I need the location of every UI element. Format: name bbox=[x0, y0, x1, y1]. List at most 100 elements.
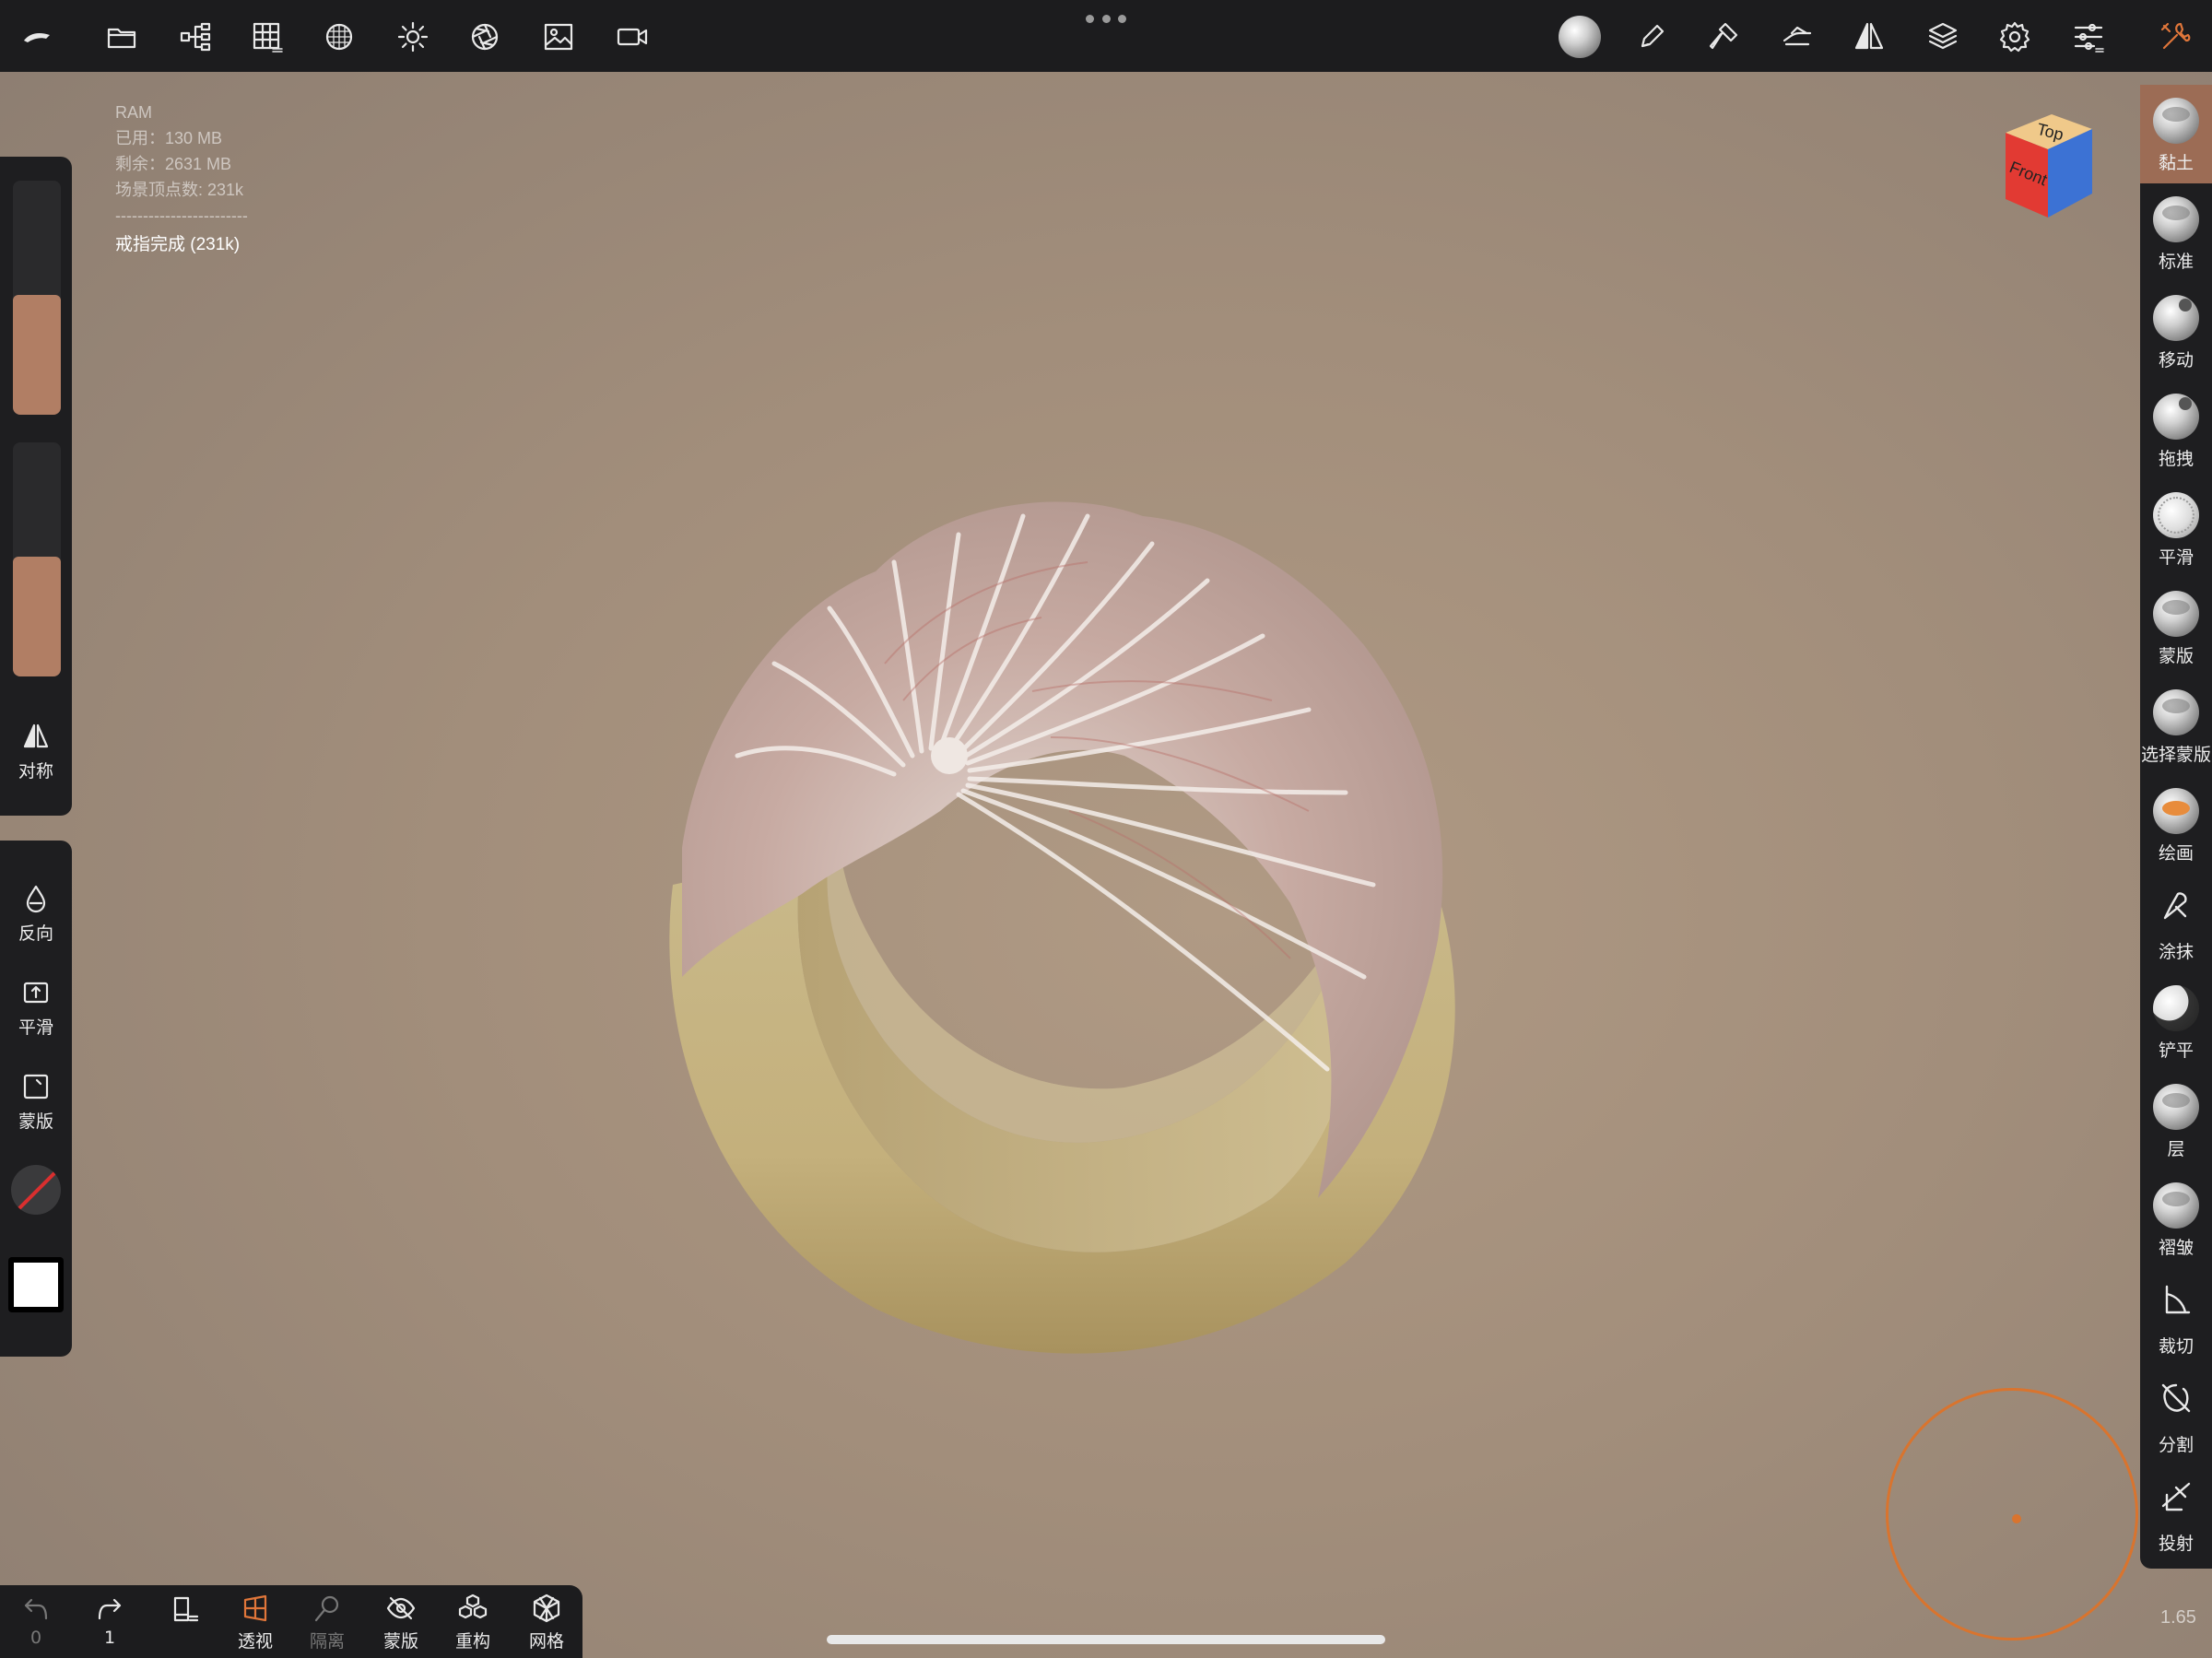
magnifier-icon bbox=[314, 1595, 339, 1622]
brush-label: 涂抹 bbox=[2158, 942, 2194, 962]
brush-label: 平滑 bbox=[2158, 547, 2194, 568]
material-sphere-icon[interactable] bbox=[315, 13, 363, 61]
material-none-swatch[interactable] bbox=[11, 1165, 61, 1215]
isolate-button[interactable]: 隔离 bbox=[291, 1593, 363, 1652]
zoom-value: 1.65 bbox=[2160, 1607, 2196, 1628]
brush-drag[interactable]: 拖拽 bbox=[2140, 381, 2212, 479]
folder-icon[interactable] bbox=[98, 13, 146, 61]
ring-3d-model[interactable] bbox=[645, 461, 1530, 1373]
symmetry-icon bbox=[23, 723, 49, 748]
redo-button[interactable]: 1 bbox=[74, 1593, 146, 1648]
settings-gear-icon[interactable] bbox=[1991, 13, 2039, 61]
brush-crease[interactable]: 褶皱 bbox=[2140, 1170, 2212, 1268]
smudge-brush-icon bbox=[2153, 887, 2199, 933]
brush-smudge[interactable]: 涂抹 bbox=[2140, 874, 2212, 972]
wireframe-sphere-icon bbox=[533, 1593, 560, 1623]
app-logo-icon[interactable] bbox=[13, 13, 61, 61]
smooth-brush-icon bbox=[2153, 492, 2199, 538]
brush-layer[interactable]: 层 bbox=[2140, 1071, 2212, 1170]
brush-label: 层 bbox=[2167, 1139, 2185, 1159]
paint-hammer-icon[interactable] bbox=[1700, 13, 1747, 61]
camera-video-icon[interactable] bbox=[608, 13, 656, 61]
mask-visibility-label: 蒙版 bbox=[382, 1631, 418, 1652]
trim-brush-icon bbox=[2153, 1281, 2199, 1327]
more-dots-icon[interactable] bbox=[1086, 9, 1126, 28]
symmetry-icon[interactable] bbox=[1845, 13, 1893, 61]
brush-clay[interactable]: 黏土 bbox=[2140, 85, 2212, 183]
brush-label: 分割 bbox=[2158, 1435, 2194, 1455]
ram-info: RAM 已用：130 MB 剩余：2631 MB 场景顶点数: 231k ---… bbox=[115, 100, 248, 258]
brush-label: 标准 bbox=[2158, 252, 2194, 272]
mask-box-icon bbox=[23, 1074, 49, 1099]
color-swatch[interactable] bbox=[8, 1257, 64, 1312]
brush-label: 铲平 bbox=[2158, 1041, 2194, 1061]
brush-label: 黏土 bbox=[2158, 153, 2194, 173]
color-swatch-white bbox=[14, 1263, 58, 1307]
split-brush-icon bbox=[2153, 1380, 2199, 1426]
mesh-name[interactable]: 戒指完成 (231k) bbox=[115, 232, 248, 258]
stroke-pen-icon[interactable] bbox=[1628, 13, 1676, 61]
smooth-box-icon bbox=[23, 982, 49, 1004]
smooth-shortcut-button[interactable]: 平滑 bbox=[0, 977, 72, 1039]
brush-smooth[interactable]: 平滑 bbox=[2140, 479, 2212, 578]
perspective-button[interactable]: 透视 bbox=[219, 1593, 291, 1652]
brush-panel: 黏土 标准 移动 拖拽 平滑 蒙版 选择蒙版 绘画 涂抹 铲平 层 褶皱 裁切 … bbox=[2140, 85, 2212, 1569]
lighting-sun-icon[interactable] bbox=[389, 13, 437, 61]
layers-icon[interactable] bbox=[1919, 13, 1967, 61]
aperture-icon[interactable] bbox=[461, 13, 509, 61]
mask-visibility-button[interactable]: 蒙版 bbox=[365, 1593, 437, 1652]
hand-gesture-icon[interactable] bbox=[1773, 13, 1821, 61]
topology-grid-icon[interactable] bbox=[243, 13, 291, 61]
brush-trim[interactable]: 裁切 bbox=[2140, 1268, 2212, 1367]
scene-tree-icon[interactable] bbox=[171, 13, 219, 61]
mask-label: 蒙版 bbox=[18, 1111, 53, 1132]
layer-brush-icon bbox=[2153, 1084, 2199, 1130]
flatten-brush-icon bbox=[2153, 985, 2199, 1031]
intensity-slider[interactable] bbox=[13, 442, 61, 676]
cubes-icon bbox=[458, 1593, 488, 1619]
undo-button[interactable]: 0 bbox=[0, 1593, 72, 1648]
perspective-label: 透视 bbox=[237, 1631, 273, 1652]
view-cube[interactable]: Top Front bbox=[1998, 109, 2100, 223]
ram-free: 剩余：2631 MB bbox=[115, 155, 232, 173]
paint-brush-icon bbox=[2153, 788, 2199, 834]
symmetry-label: 对称 bbox=[18, 761, 53, 782]
redo-count: 1 bbox=[103, 1628, 116, 1648]
brush-flatten[interactable]: 铲平 bbox=[2140, 972, 2212, 1071]
brush-label: 绘画 bbox=[2158, 843, 2194, 864]
intensity-slider-fill bbox=[13, 557, 61, 676]
smooth-label: 平滑 bbox=[18, 1017, 53, 1038]
mask-shortcut-button[interactable]: 蒙版 bbox=[0, 1071, 72, 1133]
brush-label: 拖拽 bbox=[2158, 449, 2194, 469]
current-brush-sphere-icon[interactable] bbox=[1556, 13, 1604, 61]
symmetry-toggle-button[interactable]: 对称 bbox=[0, 721, 72, 782]
brush-label: 裁切 bbox=[2158, 1336, 2194, 1357]
brush-standard[interactable]: 标准 bbox=[2140, 183, 2212, 282]
background-image-icon[interactable] bbox=[535, 13, 582, 61]
water-drop-icon bbox=[26, 885, 46, 913]
drag-brush-icon bbox=[2153, 394, 2199, 440]
select-mask-brush-icon bbox=[2153, 689, 2199, 735]
invert-button[interactable]: 反向 bbox=[0, 883, 72, 945]
brush-paint[interactable]: 绘画 bbox=[2140, 775, 2212, 874]
sliders-icon[interactable] bbox=[2065, 13, 2112, 61]
brush-select-mask[interactable]: 选择蒙版 bbox=[2140, 676, 2212, 775]
wireframe-button[interactable]: 网格 bbox=[511, 1593, 582, 1652]
remesh-button[interactable]: 重构 bbox=[437, 1593, 509, 1652]
brush-project[interactable]: 投射 bbox=[2140, 1465, 2212, 1564]
standard-brush-icon bbox=[2153, 196, 2199, 242]
history-book-button[interactable] bbox=[147, 1593, 219, 1628]
redo-icon bbox=[98, 1598, 122, 1620]
eye-slash-icon bbox=[386, 1596, 416, 1620]
brush-label: 选择蒙版 bbox=[2140, 745, 2211, 765]
tools-wrench-icon[interactable] bbox=[2151, 13, 2199, 61]
brush-mask[interactable]: 蒙版 bbox=[2140, 578, 2212, 676]
book-icon bbox=[173, 1596, 199, 1622]
ram-used: 已用：130 MB bbox=[115, 129, 223, 147]
brush-label: 蒙版 bbox=[2158, 646, 2194, 666]
brush-move[interactable]: 移动 bbox=[2140, 282, 2212, 381]
radius-slider[interactable] bbox=[13, 181, 61, 415]
remesh-label: 重构 bbox=[454, 1631, 490, 1652]
brush-split[interactable]: 分割 bbox=[2140, 1367, 2212, 1465]
undo-count: 0 bbox=[29, 1628, 42, 1648]
